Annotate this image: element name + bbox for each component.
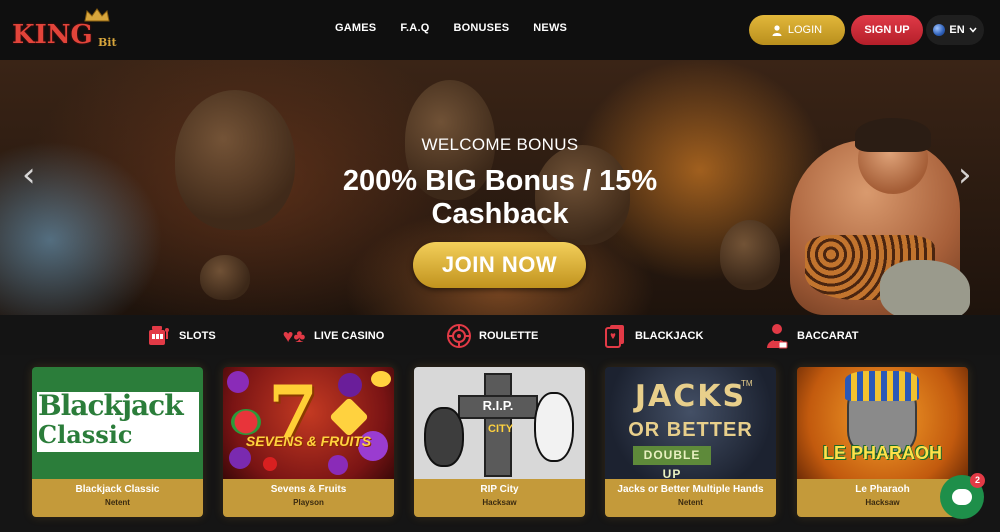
pharaoh-headdress: [845, 371, 919, 401]
thumbnail-subtitle: OR BETTER: [628, 419, 753, 441]
hero-subtitle: WELCOME BONUS: [421, 135, 579, 154]
user-icon: [772, 24, 782, 36]
game-thumbnail: LE PHARAOH: [797, 367, 968, 479]
game-name: Blackjack Classic: [75, 484, 160, 495]
cave-pot-decoration: [720, 220, 780, 290]
logo-main-text: KING: [12, 20, 93, 50]
game-info: Sevens & Fruits Playson: [223, 479, 394, 517]
roulette-icon: [447, 324, 471, 348]
hero-text: WELCOME BONUS 200% BIG Bonus / 15% Cashb…: [300, 135, 700, 231]
grape-icon: [227, 371, 249, 393]
nav-bonuses[interactable]: BONUSES: [453, 22, 509, 34]
game-thumbnail: R.I.P. CITY: [414, 367, 585, 479]
game-card-blackjack-classic[interactable]: Blackjack Classic Blackjack Classic Nete…: [32, 367, 203, 517]
category-live-casino[interactable]: ♥♣ LIVE CASINO: [282, 323, 385, 349]
cave-pot-decoration: [200, 255, 250, 300]
game-provider: Netent: [678, 498, 703, 507]
game-provider: Playson: [293, 498, 324, 507]
game-thumbnail: JACKS TM OR BETTER DOUBLE UP: [605, 367, 776, 479]
stone-club: [880, 260, 970, 315]
chat-bubble-icon: [952, 489, 972, 505]
game-provider: Netent: [105, 498, 130, 507]
category-label: BACCARAT: [797, 330, 859, 342]
main-nav: GAMES F.A.Q BONUSES NEWS: [335, 22, 591, 34]
game-thumbnail: Blackjack Classic: [32, 367, 203, 479]
star-icon: [329, 397, 369, 437]
game-name: Jacks or Better Multiple Hands: [617, 484, 764, 495]
category-label: BLACKJACK: [635, 330, 704, 342]
hero-title: 200% BIG Bonus / 15% Cashback: [342, 165, 658, 230]
hero-banner: ‹ › WELCOME BONUS 200% BIG Bonus / 15% C…: [0, 60, 1000, 315]
game-name: RIP City: [480, 484, 519, 495]
plum-icon: [229, 447, 251, 469]
nav-games[interactable]: GAMES: [335, 22, 376, 34]
plum-icon: [338, 373, 362, 397]
trademark-mark: TM: [741, 379, 753, 388]
category-baccarat[interactable]: BACCARAT: [765, 323, 859, 349]
carousel-prev-arrow[interactable]: ‹: [22, 155, 36, 195]
game-info: Jacks or Better Multiple Hands Netent: [605, 479, 776, 517]
game-card-jacks-or-better[interactable]: JACKS TM OR BETTER DOUBLE UP Jacks or Be…: [605, 367, 776, 517]
category-label: LIVE CASINO: [314, 330, 385, 342]
game-card-sevens-fruits[interactable]: 7 SEVENS & FRUITS Sevens & Fruits Playso…: [223, 367, 394, 517]
thumbnail-title: LE PHARAOH: [822, 443, 942, 463]
cherry-icon: [263, 457, 277, 471]
game-info: Blackjack Classic Netent: [32, 479, 203, 517]
rat-character: [424, 407, 464, 467]
game-card-rip-city[interactable]: R.I.P. CITY RIP City Hacksaw: [414, 367, 585, 517]
thumbnail-title: Blackjack: [38, 389, 184, 422]
category-label: ROULETTE: [479, 330, 539, 342]
dealer-icon: [765, 324, 789, 349]
slot-machine-icon: [147, 324, 171, 348]
grape-icon: [328, 455, 348, 475]
game-thumbnail: 7 SEVENS & FRUITS: [223, 367, 394, 479]
game-info: RIP City Hacksaw: [414, 479, 585, 517]
games-grid: Blackjack Classic Blackjack Classic Nete…: [0, 355, 1000, 532]
nav-faq[interactable]: F.A.Q: [400, 22, 429, 34]
logo-sub-text: Bit: [98, 36, 117, 49]
caveman-hair: [855, 118, 931, 152]
game-name: Sevens & Fruits: [270, 484, 347, 495]
login-label: LOGIN: [787, 24, 823, 36]
login-button[interactable]: LOGIN: [749, 15, 845, 45]
card-suits-icon: ♥♣: [282, 325, 306, 346]
thumbnail-title: R.I.P.: [482, 398, 514, 413]
thumbnail-badge: DOUBLE UP: [633, 446, 711, 479]
thumbnail-subtitle: Classic: [38, 420, 133, 449]
category-bar: SLOTS ♥♣ LIVE CASINO ROULETTE BLACKJACK …: [0, 315, 1000, 355]
site-header: KING Bit GAMES F.A.Q BONUSES NEWS LOGIN …: [0, 0, 1000, 60]
chat-unread-badge: 2: [970, 473, 985, 488]
cat-character: [534, 392, 574, 462]
signup-button[interactable]: SIGN UP: [851, 15, 923, 45]
nav-news[interactable]: NEWS: [533, 22, 567, 34]
category-label: SLOTS: [179, 330, 216, 342]
category-slots[interactable]: SLOTS: [147, 323, 216, 349]
category-roulette[interactable]: ROULETTE: [447, 323, 538, 349]
live-chat-button[interactable]: 2: [940, 473, 985, 519]
watermelon-icon: [231, 409, 261, 435]
signup-label: SIGN UP: [864, 24, 910, 36]
playing-cards-icon: [603, 324, 627, 348]
thumbnail-subtitle: CITY: [488, 423, 514, 435]
game-provider: Hacksaw: [482, 498, 517, 507]
lemon-icon: [371, 371, 391, 387]
chevron-down-icon: [969, 27, 977, 33]
globe-icon: [933, 24, 946, 36]
category-blackjack[interactable]: BLACKJACK: [603, 323, 703, 349]
join-now-button[interactable]: JOIN NOW: [413, 242, 586, 288]
carousel-next-arrow[interactable]: ›: [958, 155, 972, 195]
language-selector[interactable]: EN: [926, 15, 984, 45]
kingbit-logo[interactable]: KING Bit: [12, 6, 122, 54]
thumbnail-title: SEVENS & FRUITS: [245, 433, 372, 449]
language-label: EN: [949, 24, 965, 36]
cave-pot-decoration: [175, 90, 295, 230]
